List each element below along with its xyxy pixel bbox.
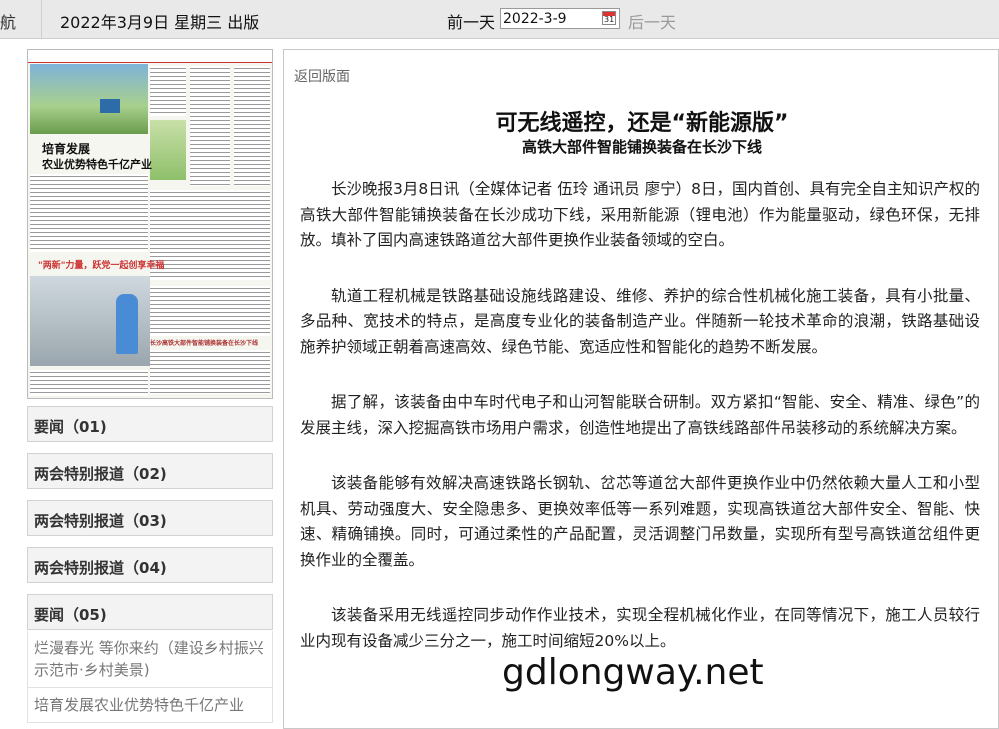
- section-item-05[interactable]: 要闻（05): [27, 594, 273, 630]
- toolbar-divider: [41, 0, 42, 38]
- article-paragraph: 轨道工程机械是铁路基础设施线路建设、维修、养护的综合性机械化施工装备，具有小批量…: [300, 286, 980, 356]
- section-label: 两会特别报道（04): [34, 559, 167, 577]
- thumbnail-text-block: [150, 66, 186, 116]
- thumbnail-photo-worker: [30, 276, 150, 366]
- thumbnail-text-block: [30, 174, 148, 252]
- article-link[interactable]: 烂漫春光 等你来约（建设乡村振兴示范市·乡村美景): [27, 631, 273, 688]
- date-input[interactable]: [503, 9, 599, 28]
- article-title: 可无线遥控，还是“新能源版”: [495, 111, 789, 136]
- calendar-icon[interactable]: 31: [602, 11, 616, 25]
- thumbnail-text-block: [234, 66, 270, 186]
- article-paragraph: 该装备采用无线遥控同步动作作业技术，实现全程机械化作业，在同等情况下，施工人员较…: [300, 606, 980, 650]
- back-to-page-link[interactable]: 返回版面: [294, 66, 350, 86]
- article-body: 长沙晚报3月8日讯（全媒体记者 伍玲 通讯员 廖宁）8日，国内首创、具有完全自主…: [300, 177, 980, 684]
- thumbnail-text-block: [150, 286, 270, 336]
- thumbnail-text-block: [150, 190, 270, 280]
- section-item-04[interactable]: 两会特别报道（04): [27, 547, 273, 583]
- thumbnail-headline: "两新"力量，跃党一起创享幸福: [38, 261, 165, 271]
- page-thumbnail[interactable]: 培育发展 农业优势特色千亿产业 "两新"力量，跃党一起创享幸福 长沙高铁大部件智…: [27, 49, 273, 399]
- section-item-03[interactable]: 两会特别报道（03): [27, 500, 273, 536]
- thumbnail-text-block: [150, 350, 270, 394]
- prev-day-button[interactable]: 前一天: [447, 9, 495, 33]
- section-label: 要闻（05): [34, 606, 107, 624]
- article-subtitle: 高铁大部件智能铺换装备在长沙下线: [521, 138, 762, 156]
- thumbnail-headline: 培育发展: [42, 142, 91, 156]
- section-item-02[interactable]: 两会特别报道（02): [27, 453, 273, 489]
- section-label: 两会特别报道（02): [34, 465, 167, 483]
- section-label: 要闻（01): [34, 418, 107, 436]
- site-watermark: gdlongway.net: [502, 652, 764, 693]
- top-toolbar: 航 2022年3月9日 星期三 出版 前一天 31 后一天: [0, 0, 999, 39]
- article-panel: 返回版面 可无线遥控，还是“新能源版” 高铁大部件智能铺换装备在长沙下线 长沙晚…: [283, 49, 999, 729]
- calendar-icon-day: 31: [604, 15, 615, 24]
- thumbnail-text-block: [30, 370, 148, 396]
- edition-date: 2022年3月9日 星期三 出版: [60, 13, 260, 32]
- article-paragraph: 据了解，该装备由中车时代电子和山河智能联合研制。双方紧扣“智能、安全、精准、绿色…: [300, 393, 980, 437]
- article-list: 烂漫春光 等你来约（建设乡村振兴示范市·乡村美景) 培育发展农业优势特色千亿产业: [27, 631, 273, 723]
- section-label: 两会特别报道（03): [34, 512, 167, 530]
- thumbnail-photo-village: [30, 64, 148, 134]
- article-link[interactable]: 培育发展农业优势特色千亿产业: [27, 688, 273, 723]
- next-day-button[interactable]: 后一天: [628, 9, 676, 33]
- section-item-01[interactable]: 要闻（01): [27, 406, 273, 442]
- nav-link-partial[interactable]: 航: [0, 9, 16, 33]
- thumbnail-photo-side: [150, 120, 186, 180]
- page-thumbnail-panel: 培育发展 农业优势特色千亿产业 "两新"力量，跃党一起创享幸福 长沙高铁大部件智…: [27, 49, 273, 399]
- article-paragraph: 该装备能够有效解决高速铁路长钢轨、岔芯等道岔大部件更换作业中仍然依赖大量人工和小…: [300, 474, 980, 569]
- thumbnail-text-block: [190, 66, 230, 186]
- thumbnail-masthead: [28, 50, 272, 63]
- thumbnail-headline: 长沙高铁大部件智能铺换装备在长沙下线: [150, 340, 259, 347]
- date-picker[interactable]: 31: [500, 8, 620, 29]
- article-paragraph: 长沙晚报3月8日讯（全媒体记者 伍玲 通讯员 廖宁）8日，国内首创、具有完全自主…: [300, 180, 980, 249]
- thumbnail-headline: 农业优势特色千亿产业: [42, 158, 152, 171]
